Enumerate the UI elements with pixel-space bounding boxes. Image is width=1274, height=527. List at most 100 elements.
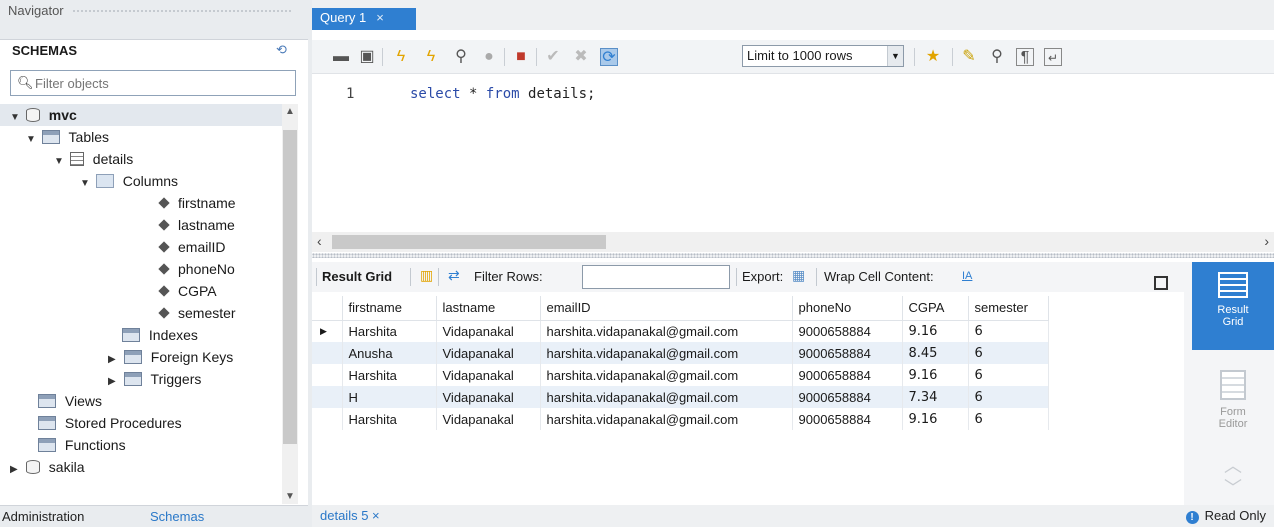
editor-result-splitter[interactable]: [312, 253, 1274, 258]
stop-icon[interactable]: ●: [480, 48, 498, 66]
autocommit-icon[interactable]: ⟳: [600, 48, 618, 66]
scroll-thumb[interactable]: [283, 130, 297, 444]
column-header[interactable]: phoneNo: [792, 296, 903, 321]
tree-node-stored-procedures[interactable]: Stored Procedures: [38, 412, 182, 434]
expand-arrow-icon[interactable]: ▶: [10, 459, 22, 481]
table-cell[interactable]: Harshita: [342, 320, 437, 342]
chevron-down-icon[interactable]: ﹀: [1224, 474, 1242, 500]
expand-arrow-icon[interactable]: ▶: [108, 371, 120, 393]
sql-text[interactable]: select * from details;: [410, 86, 595, 102]
table-row[interactable]: Harshita Vidapanakal harshita.vidapanaka…: [312, 364, 1049, 386]
tree-column[interactable]: semester: [158, 302, 236, 324]
tab-query-1[interactable]: Query 1 ×: [312, 8, 416, 30]
table-cell[interactable]: 9000658884: [792, 320, 903, 342]
table-row[interactable]: Harshita Vidapanakal harshita.vidapanaka…: [312, 408, 1049, 430]
table-cell[interactable]: harshita.vidapanakal@gmail.com: [540, 364, 793, 386]
table-cell[interactable]: harshita.vidapanakal@gmail.com: [540, 320, 793, 342]
tree-node-views[interactable]: Views: [38, 390, 102, 412]
expand-arrow-icon[interactable]: ▼: [54, 151, 66, 173]
tree-node-tables[interactable]: ▼ Tables: [26, 126, 109, 148]
table-cell[interactable]: Harshita: [342, 364, 437, 386]
close-icon[interactable]: ×: [376, 10, 384, 25]
refresh-icon[interactable]: ⟲: [276, 42, 287, 58]
save-icon[interactable]: ▣: [358, 48, 376, 66]
table-row[interactable]: ▶ Harshita Vidapanakal harshita.vidapana…: [312, 320, 1049, 342]
navigator-grip[interactable]: [72, 9, 292, 14]
beautify-icon[interactable]: ✎: [960, 48, 978, 66]
execute-icon[interactable]: ϟ: [392, 48, 410, 66]
explain-icon[interactable]: ⚲: [452, 48, 470, 66]
result-grid[interactable]: firstname lastname emailID phoneNo CGPA …: [312, 296, 1184, 502]
open-folder-icon[interactable]: ▬: [332, 48, 350, 66]
table-cell[interactable]: 9000658884: [792, 386, 903, 408]
stop-on-error-icon[interactable]: ■: [512, 48, 530, 66]
rollback-icon[interactable]: ✖: [572, 48, 590, 66]
tree-node-triggers[interactable]: ▶ Triggers: [108, 368, 201, 390]
form-editor-side-button[interactable]: Form Editor: [1192, 370, 1274, 430]
grid-columns-icon[interactable]: ▥: [420, 267, 433, 284]
filter-rows-input[interactable]: [582, 265, 730, 289]
table-cell[interactable]: H: [342, 386, 437, 408]
tree-column[interactable]: CGPA: [158, 280, 217, 302]
sql-editor[interactable]: 1 select * from details;: [312, 76, 1274, 230]
table-cell[interactable]: Anusha: [342, 342, 437, 364]
table-cell[interactable]: Vidapanakal: [436, 342, 541, 364]
table-cell[interactable]: 7.34: [902, 386, 969, 408]
table-cell[interactable]: 9000658884: [792, 342, 903, 364]
scroll-up-icon[interactable]: ▲: [285, 106, 295, 117]
table-cell[interactable]: 6: [968, 364, 1049, 386]
filter-objects-input[interactable]: [35, 73, 291, 93]
expand-arrow-icon[interactable]: ▼: [26, 129, 38, 151]
table-cell[interactable]: 6: [968, 408, 1049, 430]
table-row[interactable]: Anusha Vidapanakal harshita.vidapanakal@…: [312, 342, 1049, 364]
table-cell[interactable]: harshita.vidapanakal@gmail.com: [540, 386, 793, 408]
column-header[interactable]: semester: [968, 296, 1049, 321]
tree-node-foreign-keys[interactable]: ▶ Foreign Keys: [108, 346, 233, 368]
close-icon[interactable]: ×: [372, 508, 380, 523]
column-header[interactable]: emailID: [540, 296, 793, 321]
tree-node-functions[interactable]: Functions: [38, 434, 126, 456]
commit-icon[interactable]: ✔: [544, 48, 562, 66]
execute-current-icon[interactable]: ϟ: [422, 48, 440, 66]
wrap-lines-icon[interactable]: ↵: [1044, 48, 1062, 66]
tab-details-5[interactable]: details 5 ×: [320, 508, 380, 523]
editor-horizontal-scrollbar[interactable]: ‹ ›: [312, 232, 1274, 252]
chevron-down-icon[interactable]: ▼: [887, 46, 903, 66]
invisible-chars-icon[interactable]: ¶: [1016, 48, 1034, 66]
table-cell[interactable]: Vidapanakal: [436, 408, 541, 430]
result-grid-label[interactable]: Result Grid: [322, 269, 392, 284]
expand-arrow-icon[interactable]: ▼: [10, 107, 22, 129]
expand-arrow-icon[interactable]: ▼: [80, 173, 92, 195]
column-header[interactable]: lastname: [436, 296, 541, 321]
tree-column[interactable]: firstname: [158, 192, 236, 214]
toggle-panel-icon[interactable]: [1154, 276, 1168, 290]
table-cell[interactable]: Vidapanakal: [436, 320, 541, 342]
table-cell[interactable]: 9.16: [902, 408, 969, 430]
filter-objects-box[interactable]: 🔍︎: [10, 70, 296, 96]
table-cell[interactable]: 9.16: [902, 320, 969, 342]
table-cell[interactable]: 6: [968, 342, 1049, 364]
table-cell[interactable]: Vidapanakal: [436, 364, 541, 386]
column-header[interactable]: firstname: [342, 296, 437, 321]
table-cell[interactable]: harshita.vidapanakal@gmail.com: [540, 408, 793, 430]
table-cell[interactable]: Vidapanakal: [436, 386, 541, 408]
wrap-cell-icon[interactable]: IA: [962, 270, 972, 282]
tree-scrollbar[interactable]: ▲ ▼: [282, 104, 298, 504]
table-cell[interactable]: 6: [968, 320, 1049, 342]
export-icon[interactable]: ▦: [792, 267, 805, 284]
table-cell[interactable]: 9.16: [902, 364, 969, 386]
table-cell[interactable]: Harshita: [342, 408, 437, 430]
add-snippet-icon[interactable]: ★: [924, 48, 942, 66]
limit-rows-select[interactable]: Limit to 1000 rows ▼: [742, 45, 904, 67]
table-cell[interactable]: harshita.vidapanakal@gmail.com: [540, 342, 793, 364]
table-row[interactable]: H Vidapanakal harshita.vidapanakal@gmail…: [312, 386, 1049, 408]
table-cell[interactable]: 6: [968, 386, 1049, 408]
find-icon[interactable]: ⚲: [988, 48, 1006, 66]
tree-column[interactable]: lastname: [158, 214, 235, 236]
tree-node-columns[interactable]: ▼ Columns: [80, 170, 178, 192]
scroll-thumb[interactable]: [332, 235, 606, 249]
table-cell[interactable]: 9000658884: [792, 364, 903, 386]
tree-column[interactable]: emailID: [158, 236, 225, 258]
refresh-icon[interactable]: ⇄: [448, 267, 460, 284]
table-cell[interactable]: 8.45: [902, 342, 969, 364]
